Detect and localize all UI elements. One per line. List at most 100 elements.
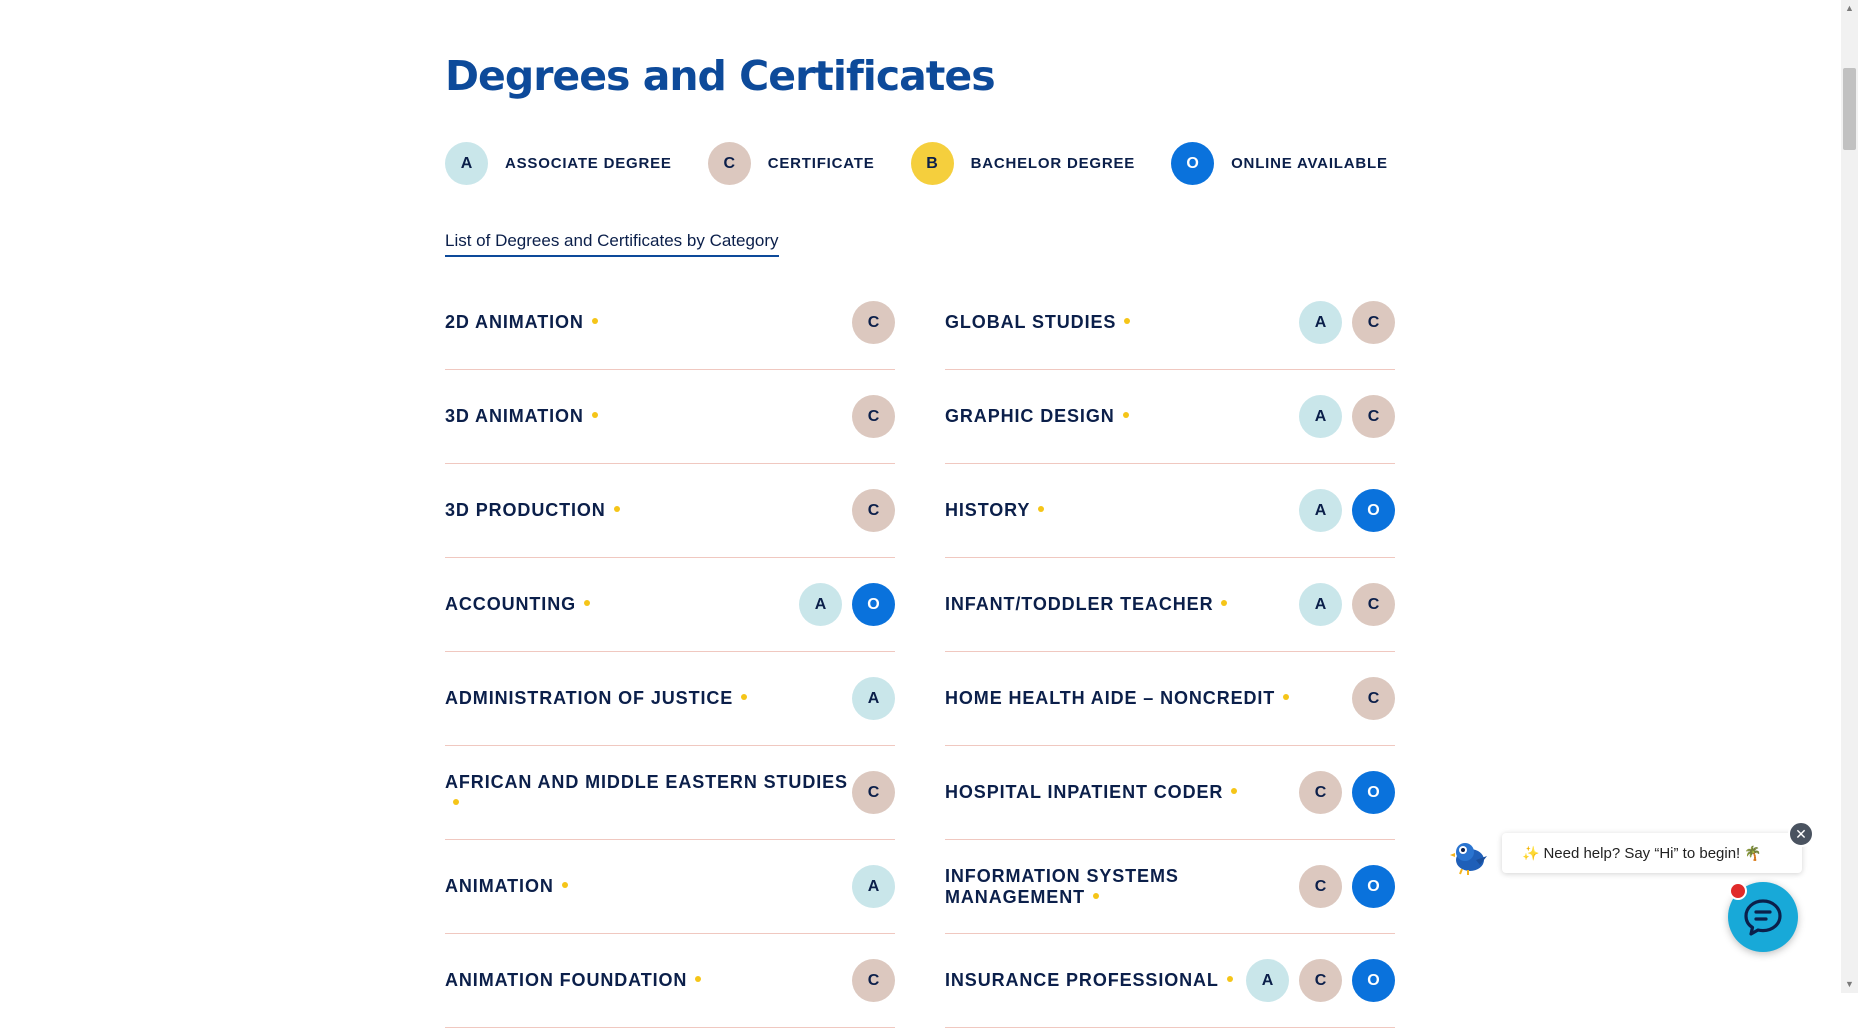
category-list-link[interactable]: List of Degrees and Certificates by Cate… (445, 231, 779, 257)
program-name-link[interactable]: HISTORY (945, 500, 1045, 521)
program-row[interactable]: 3D PRODUCTION C (445, 464, 895, 558)
accent-dot (613, 506, 620, 513)
certificate-badge: C (1299, 959, 1342, 1002)
program-name-link[interactable]: GRAPHIC DESIGN (945, 406, 1129, 427)
accent-dot (695, 976, 702, 983)
program-row[interactable]: ANIMATION FOUNDATION C (445, 934, 895, 1028)
associate-badge: A (1299, 583, 1342, 626)
programs-left-column: 2D ANIMATION C 3D ANIMATION C 3D PRODUCTION C… (445, 276, 895, 1028)
program-row[interactable]: INFORMATION SYSTEMS MANAGEMENT C O (945, 840, 1395, 934)
program-name-link[interactable]: INFORMATION SYSTEMS MANAGEMENT (945, 866, 1299, 908)
program-badges: C (852, 771, 895, 814)
program-badges: CO (1299, 865, 1395, 908)
program-name-link[interactable]: 3D ANIMATION (445, 406, 598, 427)
scroll-up-arrow-icon[interactable]: ▲ (1841, 0, 1858, 17)
notification-dot (1729, 882, 1747, 900)
accent-dot (453, 798, 459, 805)
certificate-badge: C (852, 959, 895, 1002)
online-badge: O (1352, 959, 1395, 1002)
program-row[interactable]: GRAPHIC DESIGN A C (945, 370, 1395, 464)
program-name-link[interactable]: GLOBAL STUDIES (945, 312, 1131, 333)
program-name: ANIMATION FOUNDATION (445, 970, 688, 990)
associate-badge: A (799, 583, 842, 626)
program-name: ADMINISTRATION OF JUSTICE (445, 688, 734, 708)
certificate-badge: C (852, 771, 895, 814)
program-name: 3D PRODUCTION (445, 500, 606, 520)
certificate-badge: C (1352, 301, 1395, 344)
program-row[interactable]: ACCOUNTING A O (445, 558, 895, 652)
program-name-link[interactable]: INSURANCE PROFESSIONAL (945, 970, 1233, 991)
program-row[interactable]: INSURANCE PROFESSIONAL A C O (945, 934, 1395, 1028)
chat-close-icon[interactable]: ✕ (1788, 821, 1814, 847)
program-name-link[interactable]: 2D ANIMATION (445, 312, 598, 333)
program-name: 3D ANIMATION (445, 406, 584, 426)
accent-dot (1226, 976, 1233, 983)
program-name: INFORMATION SYSTEMS MANAGEMENT (945, 865, 1179, 907)
program-name-link[interactable]: ADMINISTRATION OF JUSTICE (445, 688, 748, 709)
program-row[interactable]: INFANT/TODDLER TEACHER A C (945, 558, 1395, 652)
program-badges: C (852, 959, 895, 1002)
online-badge: O (1171, 142, 1215, 185)
program-name: AFRICAN AND MIDDLE EASTERN STUDIES (445, 771, 848, 792)
accent-dot (1093, 892, 1099, 899)
accent-dot (1283, 694, 1290, 701)
legend-bachelor: B BACHELOR DEGREE (910, 142, 1136, 185)
online-badge: O (1352, 489, 1395, 532)
accent-dot (1038, 506, 1045, 513)
program-row[interactable]: HISTORY A O (945, 464, 1395, 558)
program-name-link[interactable]: ACCOUNTING (445, 594, 590, 615)
program-badges: ACO (1246, 959, 1395, 1002)
legend-certificate: C CERTIFICATE (707, 142, 875, 185)
chat-prompt-text: Need help? Say “Hi” to begin! (1543, 844, 1741, 862)
program-name-link[interactable]: 3D PRODUCTION (445, 500, 620, 521)
accent-dot (1124, 318, 1131, 325)
program-name-link[interactable]: HOSPITAL INPATIENT CODER (945, 782, 1238, 803)
program-badges: AC (1299, 301, 1395, 344)
accent-dot (1221, 600, 1228, 607)
associate-badge: A (445, 142, 488, 185)
program-name: 2D ANIMATION (445, 312, 584, 332)
program-name-link[interactable]: AFRICAN AND MIDDLE EASTERN STUDIES (445, 772, 850, 814)
program-row[interactable]: HOME HEALTH AIDE – NONCREDIT C (945, 652, 1395, 746)
program-name-link[interactable]: INFANT/TODDLER TEACHER (945, 594, 1228, 615)
accent-dot (591, 412, 598, 419)
program-row[interactable]: 2D ANIMATION C (445, 276, 895, 370)
program-name-link[interactable]: ANIMATION (445, 876, 568, 897)
bachelor-badge: B (910, 142, 954, 185)
accent-dot (584, 600, 590, 607)
program-row[interactable]: ANIMATION A (445, 840, 895, 934)
associate-badge: A (1246, 959, 1289, 1002)
program-row[interactable]: GLOBAL STUDIES A C (945, 276, 1395, 370)
program-row[interactable]: 3D ANIMATION C (445, 370, 895, 464)
associate-badge: A (1299, 301, 1342, 344)
program-row[interactable]: AFRICAN AND MIDDLE EASTERN STUDIES C (445, 746, 895, 840)
program-badges: AO (799, 583, 895, 626)
legend-online: O ONLINE AVAILABLE (1171, 142, 1388, 185)
program-badges: A (852, 677, 895, 720)
chat-prompt-bubble[interactable]: ✨ Need help? Say “Hi” to begin! 🌴 (1502, 833, 1802, 873)
program-name: ACCOUNTING (445, 594, 576, 614)
scroll-thumb[interactable] (1843, 68, 1856, 150)
program-name: INFANT/TODDLER TEACHER (945, 594, 1214, 614)
program-badges: C (1352, 677, 1395, 720)
program-badges: C (852, 301, 895, 344)
legend: A ASSOCIATE DEGREE C CERTIFICATE B BACHE… (445, 142, 1424, 185)
program-name: HOME HEALTH AIDE – NONCREDIT (945, 688, 1276, 708)
accent-dot (1122, 412, 1129, 419)
program-badges: AC (1299, 583, 1395, 626)
certificate-badge: C (1352, 677, 1395, 720)
legend-associate: A ASSOCIATE DEGREE (445, 142, 672, 185)
page-title: Degrees and Certificates (445, 52, 996, 100)
page-scrollbar[interactable]: ▲ ▼ (1841, 0, 1858, 993)
program-name: GRAPHIC DESIGN (945, 406, 1115, 426)
program-row[interactable]: ADMINISTRATION OF JUSTICE A (445, 652, 895, 746)
online-badge: O (1352, 771, 1395, 814)
program-name-link[interactable]: HOME HEALTH AIDE – NONCREDIT (945, 688, 1290, 709)
program-name-link[interactable]: ANIMATION FOUNDATION (445, 970, 702, 991)
program-badges: C (852, 395, 895, 438)
associate-badge: A (1299, 395, 1342, 438)
program-row[interactable]: HOSPITAL INPATIENT CODER C O (945, 746, 1395, 840)
scroll-down-arrow-icon[interactable]: ▼ (1841, 976, 1858, 993)
accent-dot (561, 882, 568, 889)
certificate-badge: C (1299, 771, 1342, 814)
